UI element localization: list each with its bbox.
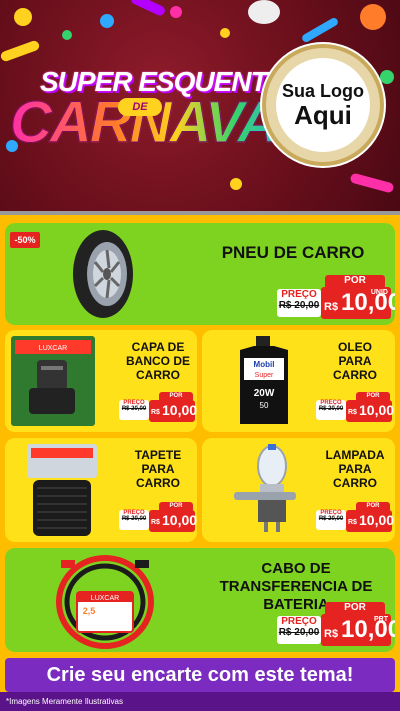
new-price-value: 10,00: [162, 402, 197, 418]
new-price-box: R$ 10,00: [346, 510, 395, 532]
old-price-value: R$ 20,00: [278, 300, 320, 311]
confetti-decoration: [100, 14, 114, 28]
price-por-label: POR: [356, 502, 390, 510]
product-title: LAMPADA PARA CARRO: [325, 448, 385, 490]
disclaimer-text: *Imagens Meramente Ilustrativas: [6, 697, 123, 706]
svg-text:LUXCAR: LUXCAR: [39, 345, 67, 352]
jumper-cable-icon: LUXCAR 2,5: [56, 555, 154, 649]
streamer-decoration: [0, 39, 41, 63]
price-currency: R$: [348, 519, 357, 526]
product-title: CAPA DE BANCO DE CARRO: [125, 340, 190, 382]
old-price-box: PREÇO R$ 20,00: [277, 289, 321, 317]
streamer-decoration: [349, 172, 395, 194]
price-por-label: POR: [325, 275, 385, 287]
svg-text:20W: 20W: [254, 388, 275, 399]
old-price-value: R$ 20,00: [121, 406, 147, 412]
new-price-box: R$ 10,00: [149, 400, 197, 422]
new-price-value: 10,00: [359, 402, 395, 418]
old-price-box: PREÇO R$ 20,00: [316, 510, 346, 530]
discount-badge: -50%: [10, 232, 40, 248]
oil-bottle-icon: Mobil Super 20W 50: [240, 336, 288, 424]
old-price-value: R$ 20,00: [318, 406, 344, 412]
confetti-decoration: [62, 30, 72, 40]
price-por-label: POR: [159, 502, 193, 510]
old-price-box: PREÇO R$ 20,00: [119, 400, 149, 420]
old-price-box: PREÇO R$ 20,00: [316, 400, 346, 420]
product-title: PNEU DE CARRO: [221, 243, 365, 262]
old-price-value: R$ 20,00: [121, 516, 147, 522]
price-preco-label: PREÇO: [281, 616, 317, 627]
new-price-box: R$ 10,00: [346, 400, 395, 422]
old-price-box: PREÇO R$ 20,00: [119, 510, 149, 530]
price-por-label: POR: [159, 392, 193, 400]
product-card-lampada[interactable]: LAMPADA PARA CARRO POR PREÇO R$ 20,00 R$…: [202, 438, 395, 542]
product-card-cabo[interactable]: LUXCAR 2,5 CABO DE TRANSFERENCIA DE BATE…: [5, 548, 395, 652]
car-mat-icon: [27, 444, 97, 536]
new-price-box: R$ 10,00 PRT: [321, 614, 395, 646]
price-por-label: POR: [356, 392, 390, 400]
confetti-decoration: [220, 28, 230, 38]
headline-de-badge: DE: [118, 98, 162, 116]
logo-text-line1: Sua Logo: [282, 81, 364, 101]
price-currency: R$: [324, 301, 339, 313]
headlight-bulb-icon: [234, 444, 296, 532]
new-price-box: R$ 10,00 UNID: [321, 287, 395, 319]
tire-icon: [73, 230, 133, 318]
old-price-value: R$ 20,00: [318, 516, 344, 522]
old-price-value: R$ 20,00: [278, 627, 320, 638]
product-title: TAPETE PARA CARRO: [134, 448, 182, 490]
new-price-box: R$ 10,00: [149, 510, 197, 532]
confetti-decoration: [14, 8, 32, 26]
logo-placeholder[interactable]: Sua Logo Aqui: [276, 58, 370, 152]
price-currency: R$: [151, 519, 160, 526]
product-card-pneu[interactable]: PNEU DE CARRO POR PREÇO R$ 20,00 R$ 10,0…: [5, 223, 395, 325]
confetti-decoration: [170, 6, 182, 18]
svg-text:50: 50: [260, 401, 269, 410]
price-por-label: POR: [325, 602, 385, 614]
svg-text:Mobil: Mobil: [254, 360, 275, 369]
seat-cover-icon: LUXCAR: [11, 336, 95, 426]
product-title: OLEO PARA CARRO: [333, 340, 377, 382]
confetti-decoration: [230, 178, 242, 190]
price-preco-label: PREÇO: [281, 289, 317, 300]
streamer-decoration: [300, 16, 340, 44]
new-price-value: 10,00: [162, 512, 197, 528]
price-unit: UNID: [370, 289, 388, 296]
cta-button[interactable]: Crie seu encarte com este tema!: [5, 658, 395, 692]
product-card-tapete[interactable]: TAPETE PARA CARRO POR PREÇO R$ 20,00 R$ …: [5, 438, 197, 542]
confetti-decoration: [380, 70, 394, 84]
price-currency: R$: [348, 409, 357, 416]
product-card-capa[interactable]: LUXCAR CAPA DE BANCO DE CARRO POR PREÇO …: [5, 330, 197, 432]
confetti-decoration: [360, 4, 386, 30]
price-currency: R$: [151, 409, 160, 416]
confetti-decoration: [248, 0, 280, 24]
svg-text:2,5: 2,5: [83, 606, 96, 616]
price-currency: R$: [324, 628, 339, 640]
old-price-box: PREÇO R$ 20,00: [277, 616, 321, 644]
svg-text:Super: Super: [255, 372, 274, 379]
logo-text-line2: Aqui: [294, 100, 352, 130]
new-price-value: 10,00: [359, 512, 395, 528]
svg-text:LUXCAR: LUXCAR: [91, 595, 119, 602]
streamer-decoration: [129, 0, 167, 18]
product-card-oleo[interactable]: Mobil Super 20W 50 OLEO PARA CARRO POR P…: [202, 330, 395, 432]
price-unit: PRT: [374, 616, 388, 623]
header-banner: SUPER ESQUENTA CARNAVAL DE Sua Logo Aqui: [0, 0, 400, 213]
